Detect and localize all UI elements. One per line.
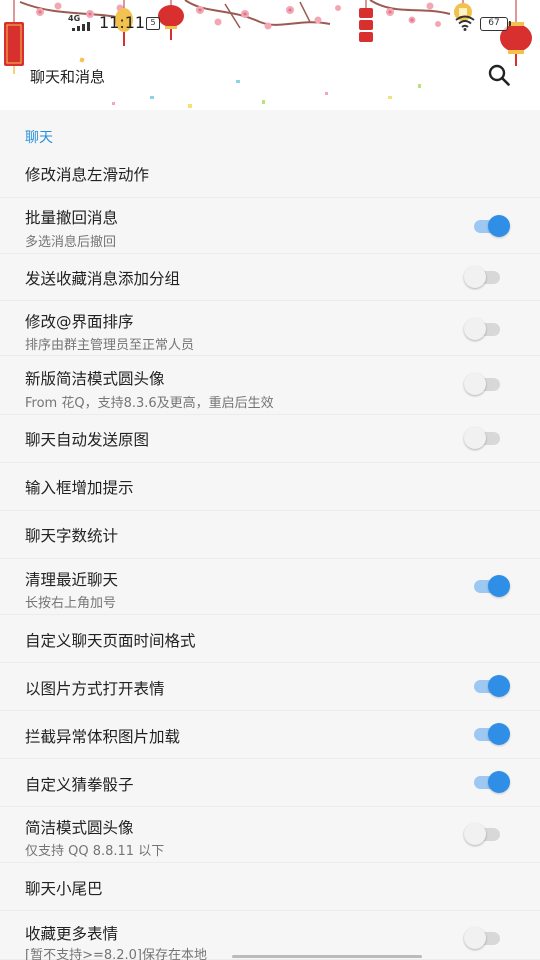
settings-item-subtitle: 多选消息后撤回 [25, 235, 117, 250]
toggle-switch[interactable] [464, 214, 512, 238]
settings-item-title: 新版简洁模式圆头像 [25, 370, 165, 388]
toggle-switch[interactable] [464, 770, 512, 794]
toggle-switch[interactable] [464, 372, 512, 396]
settings-item-title: 输入框增加提示 [25, 479, 134, 497]
toggle-knob [464, 373, 486, 395]
settings-item[interactable]: 聊天小尾巴 [0, 863, 540, 911]
toggle-switch[interactable] [464, 317, 512, 341]
settings-item-title: 聊天小尾巴 [25, 880, 103, 898]
settings-item-subtitle: 长按右上角加号 [25, 596, 117, 611]
toggle-knob [488, 575, 510, 597]
settings-item-subtitle: [暂不支持>=8.2.0]保存在本地 [25, 948, 208, 960]
settings-item[interactable]: 修改@界面排序排序由群主管理员至正常人员 [0, 301, 540, 356]
settings-item-subtitle: 排序由群主管理员至正常人员 [25, 338, 195, 353]
toggle-switch[interactable] [464, 265, 512, 289]
signal-icon [72, 22, 90, 31]
toggle-switch[interactable] [464, 574, 512, 598]
toggle-knob [464, 927, 486, 949]
settings-item-title: 自定义聊天页面时间格式 [25, 632, 196, 650]
settings-item-title: 收藏更多表情 [25, 925, 119, 943]
settings-item-title: 聊天自动发送原图 [25, 431, 150, 449]
page-title: 聊天和消息 [30, 68, 106, 86]
toggle-knob [488, 675, 510, 697]
settings-item[interactable]: 输入框增加提示 [0, 463, 540, 511]
settings-item[interactable]: 以图片方式打开表情 [0, 663, 540, 711]
settings-item-title: 清理最近聊天 [25, 571, 119, 589]
settings-item-title: 修改消息左滑动作 [25, 166, 150, 184]
settings-item-title: 以图片方式打开表情 [25, 680, 165, 698]
battery-icon: 67 [480, 17, 511, 31]
settings-item[interactable]: 清理最近聊天 长按右上角加号 [0, 559, 540, 615]
settings-item[interactable]: 修改消息左滑动作 [0, 150, 540, 198]
settings-item[interactable]: 简洁模式圆头像仅支持 QQ 8.8.11 以下 [0, 807, 540, 863]
app-header: 聊天和消息 [0, 56, 540, 96]
toggle-switch[interactable] [464, 722, 512, 746]
settings-item[interactable]: 新版简洁模式圆头像 From 花Q，支持8.3.6及更高，重启后生效 [0, 356, 540, 415]
toggle-knob [464, 823, 486, 845]
toggle-knob [464, 266, 486, 288]
toggle-knob [488, 723, 510, 745]
settings-item-title: 聊天字数统计 [25, 527, 119, 545]
settings-item[interactable]: 聊天字数统计 [0, 511, 540, 559]
toggle-knob [488, 771, 510, 793]
status-time: 11:11 [99, 13, 146, 32]
toggle-knob [488, 215, 510, 237]
settings-item-title: 自定义猜拳骰子 [25, 776, 134, 794]
toggle-switch[interactable] [464, 822, 512, 846]
settings-item[interactable]: 收藏更多表情 [暂不支持>=8.2.0]保存在本地 [0, 911, 540, 960]
settings-item-subtitle: From 花Q，支持8.3.6及更高，重启后生效 [25, 396, 274, 411]
search-icon[interactable] [487, 63, 511, 87]
settings-item-title: 发送收藏消息添加分组 [25, 270, 181, 288]
section-title-chat: 聊天 [25, 130, 53, 146]
settings-list: 聊天 修改消息左滑动作 批量撤回消息 多选消息后撤回 发送收藏消息添加分组 修改@界面排… [0, 110, 540, 960]
scroll-indicator [232, 955, 422, 958]
wifi-icon [455, 15, 475, 31]
toggle-switch[interactable] [464, 926, 512, 950]
toggle-switch[interactable] [464, 426, 512, 450]
toggle-knob [464, 318, 486, 340]
settings-item[interactable]: 发送收藏消息添加分组 [0, 254, 540, 301]
settings-item[interactable]: 批量撤回消息 多选消息后撤回 [0, 198, 540, 254]
settings-item-title: 拦截异常体积图片加载 [25, 728, 181, 746]
settings-item-subtitle: 仅支持 QQ 8.8.11 以下 [25, 844, 165, 859]
toggle-switch[interactable] [464, 674, 512, 698]
settings-item[interactable]: 拦截异常体积图片加载 [0, 711, 540, 759]
settings-item[interactable]: 自定义猜拳骰子 [0, 759, 540, 807]
settings-item[interactable]: 聊天自动发送原图 [0, 415, 540, 463]
status-bar: 4G 11:11 5 67 [0, 0, 540, 46]
settings-item-title: 简洁模式圆头像 [25, 819, 134, 837]
sim-icon: 5 [146, 17, 160, 30]
toggle-knob [464, 427, 486, 449]
settings-item[interactable]: 自定义聊天页面时间格式 [0, 615, 540, 663]
settings-item-title: 修改@界面排序 [25, 313, 134, 331]
settings-item-title: 批量撤回消息 [25, 209, 119, 227]
